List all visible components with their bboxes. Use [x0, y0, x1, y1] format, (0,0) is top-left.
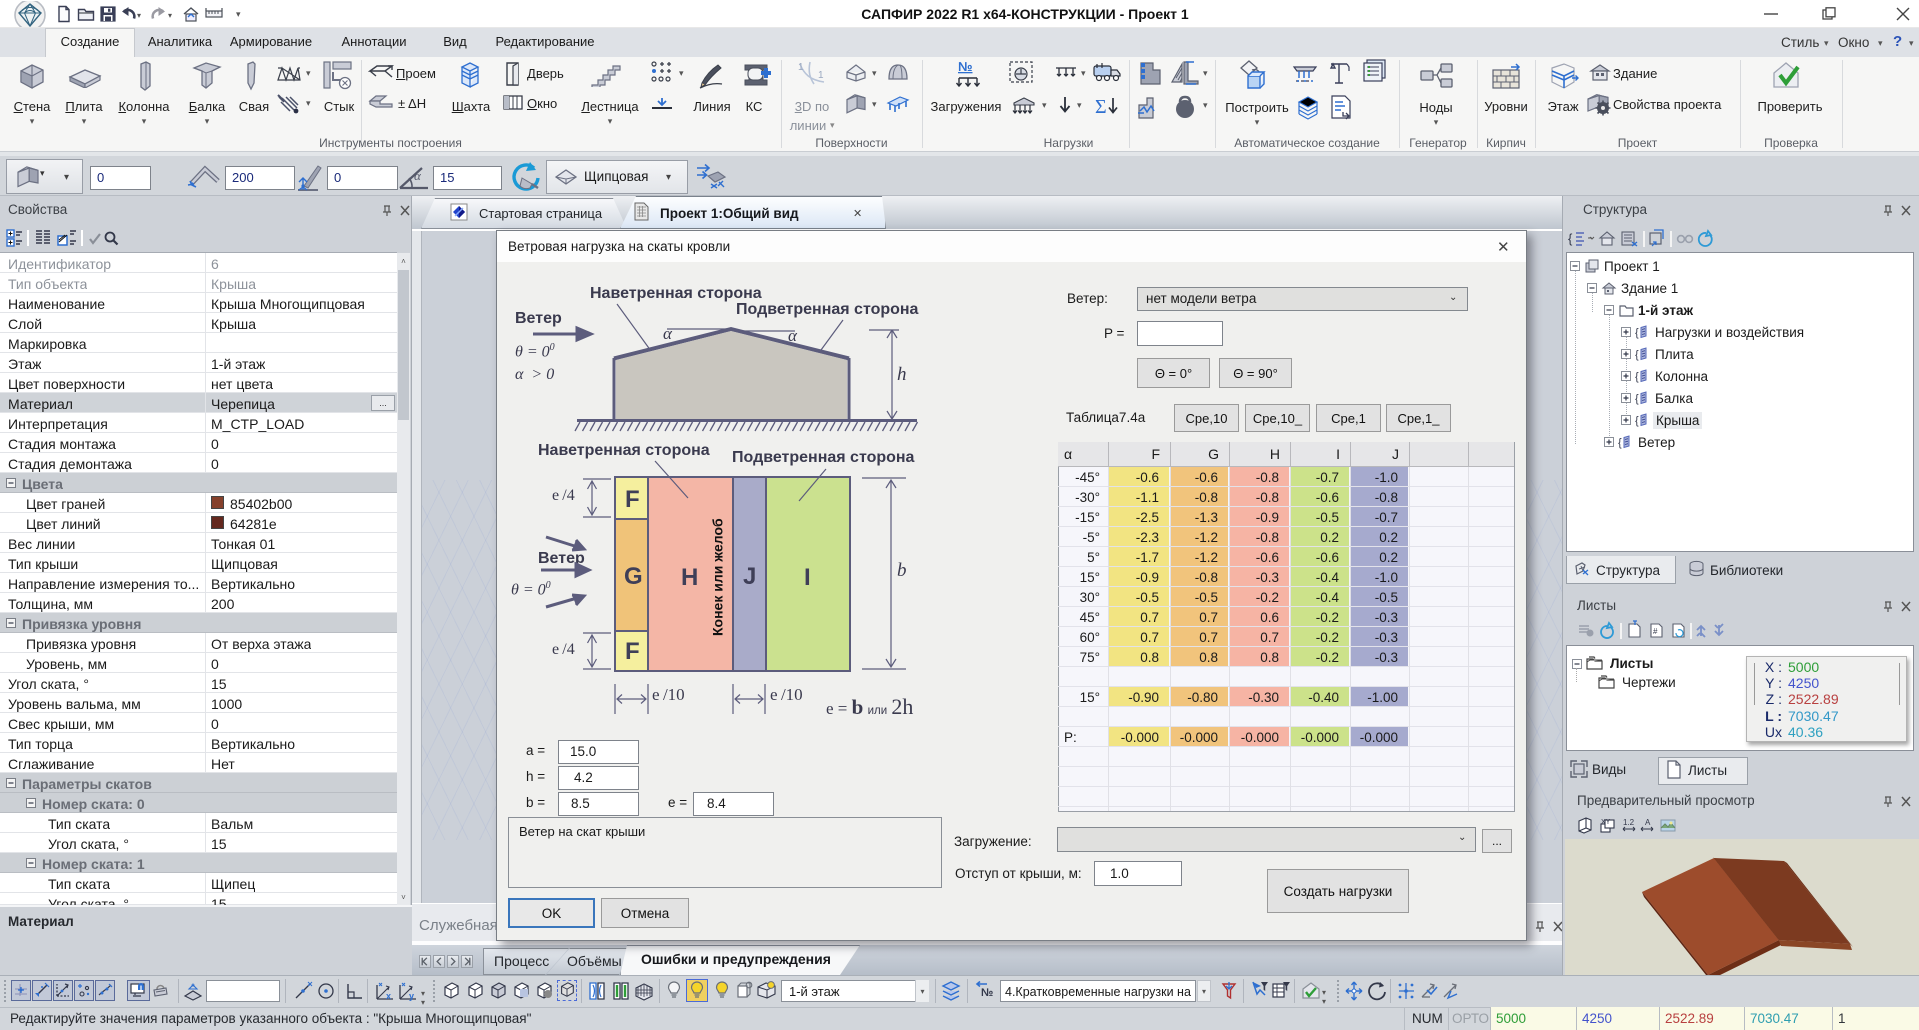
svg-text:Σ: Σ	[1095, 96, 1107, 118]
svg-text:#: #	[1653, 627, 1658, 636]
svg-text:{: {	[1618, 437, 1622, 449]
svg-text:№: №	[958, 59, 973, 74]
svg-text:{: {	[1635, 393, 1639, 405]
svg-text:{: {	[1568, 231, 1573, 246]
svg-text:1.2: 1.2	[1623, 818, 1635, 827]
svg-text:XY: XY	[1601, 819, 1611, 826]
svg-text:x: x	[386, 991, 391, 1001]
svg-text:{: {	[1635, 349, 1639, 361]
svg-text:A: A	[1645, 818, 1651, 827]
svg-text:y: y	[409, 991, 414, 1001]
svg-text:α: α	[414, 168, 422, 183]
svg-text:{: {	[1635, 327, 1639, 339]
svg-text:{: {	[1635, 371, 1639, 383]
svg-text:{: {	[1635, 415, 1639, 427]
svg-text:№: №	[981, 987, 993, 999]
svg-text:1: 1	[798, 62, 804, 73]
svg-text:1: 1	[818, 70, 824, 81]
